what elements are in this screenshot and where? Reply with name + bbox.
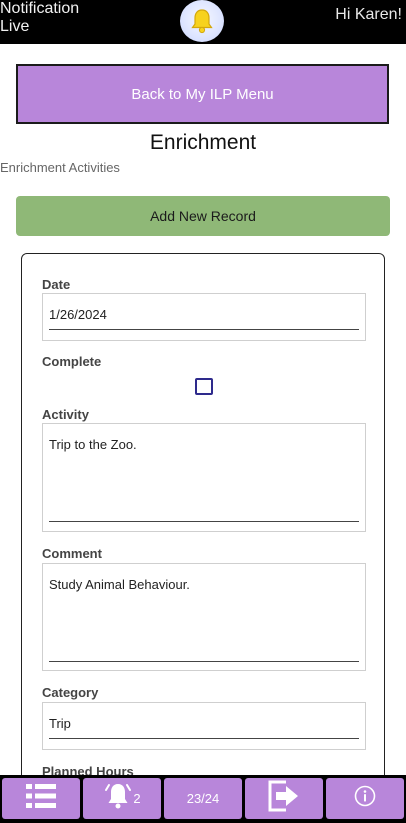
activity-value: Trip to the Zoo. [49, 437, 137, 452]
record-form-card: Date 1/26/2024 Complete Activity Trip to… [21, 253, 385, 813]
category-underline [49, 738, 359, 739]
date-label: Date [42, 277, 71, 292]
complete-label: Complete [42, 354, 102, 369]
date-value: 1/26/2024 [49, 307, 107, 322]
page-subtitle: Enrichment Activities [0, 160, 120, 175]
category-value: Trip [49, 716, 71, 731]
record-position: 23/24 [186, 791, 220, 806]
top-bar: Notification Live Hi Karen! [0, 0, 406, 44]
comment-label: Comment [42, 546, 102, 561]
record-position-button[interactable]: 23/24 [164, 778, 242, 819]
category-field[interactable]: Trip [42, 702, 366, 750]
notification-status-line2: Live [0, 18, 30, 35]
comment-textarea[interactable]: Study Animal Behaviour. [42, 563, 366, 671]
back-to-ilp-menu-button[interactable]: Back to My ILP Menu [16, 64, 389, 124]
activity-underline [49, 521, 359, 522]
alerts-count: 2 [133, 791, 141, 806]
bell-icon[interactable] [180, 0, 224, 42]
date-underline [49, 329, 359, 330]
arrow-right-icon [265, 777, 303, 820]
comment-value: Study Animal Behaviour. [49, 577, 190, 592]
info-icon [354, 785, 376, 812]
category-label: Category [42, 685, 99, 700]
complete-checkbox[interactable] [195, 378, 213, 395]
info-button[interactable] [326, 778, 404, 819]
add-new-record-button[interactable]: Add New Record [16, 196, 390, 236]
date-field[interactable]: 1/26/2024 [42, 293, 366, 341]
greeting: Hi Karen! [335, 6, 402, 23]
alerts-button[interactable]: 2 [83, 778, 161, 819]
comment-underline [49, 661, 359, 662]
logout-button[interactable] [245, 778, 323, 819]
bottom-nav-bar: 2 23/24 [0, 775, 406, 823]
alerts-bell-icon [103, 781, 133, 816]
list-menu-icon [23, 781, 59, 816]
notification-status-line1: Notification [0, 0, 80, 17]
activity-label: Activity [42, 407, 89, 422]
activity-textarea[interactable]: Trip to the Zoo. [42, 423, 366, 532]
page-title: Enrichment [149, 131, 257, 154]
menu-button[interactable] [2, 778, 80, 819]
notification-status: Notification Live [0, 0, 79, 36]
